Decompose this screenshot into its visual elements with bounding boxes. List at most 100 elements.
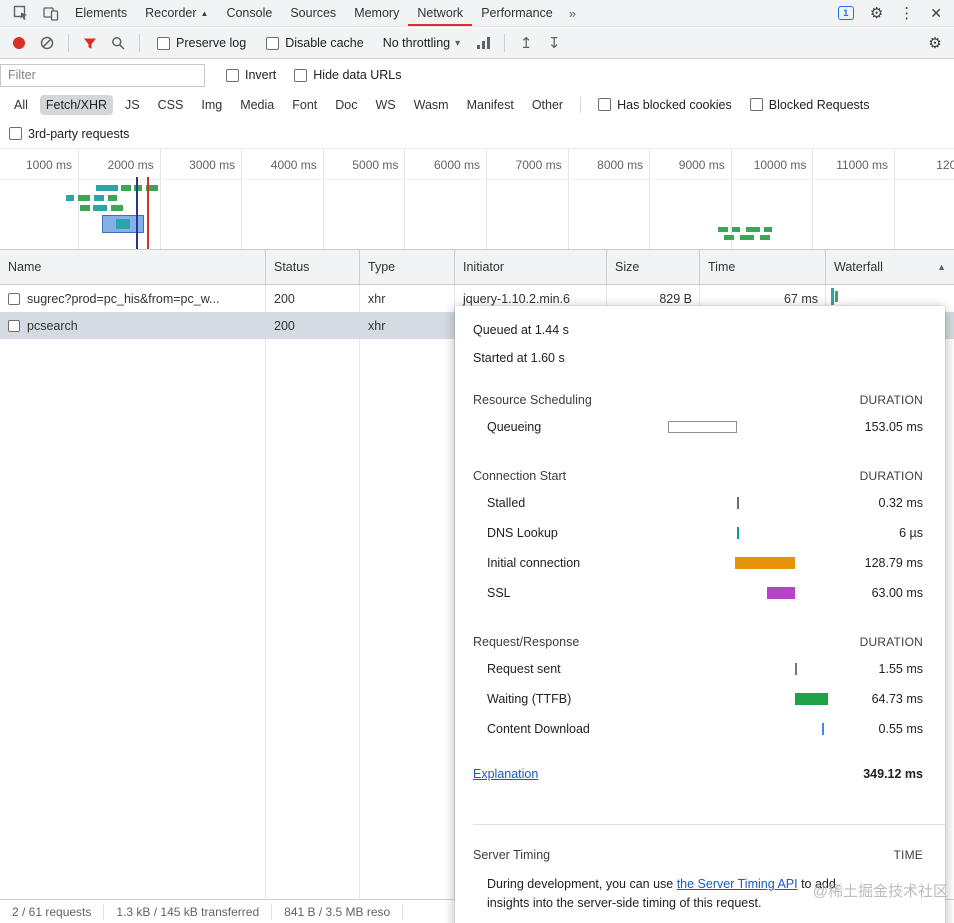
timeline-tick-label: 9000 ms [653, 158, 725, 172]
timeline-tick-label: 4000 ms [245, 158, 317, 172]
disable-cache-checkbox[interactable]: Disable cache [257, 36, 373, 50]
overview-activity-bar [764, 227, 772, 232]
type-filter-font[interactable]: Font [286, 95, 323, 115]
timeline-tick-label: 12000 [898, 158, 954, 172]
tab-performance[interactable]: Performance [472, 0, 562, 26]
overview-activity-bar [78, 195, 90, 201]
funnel-icon [83, 37, 97, 50]
third-party-requests-checkbox[interactable]: 3rd-party requests [0, 127, 138, 141]
record-button[interactable] [6, 30, 32, 56]
network-overview-timeline[interactable]: 1000 ms2000 ms3000 ms4000 ms5000 ms6000 … [0, 148, 954, 250]
timing-section-header: Resource SchedulingDURATION [473, 392, 923, 408]
explanation-row: Explanation 349.12 ms [473, 766, 923, 782]
import-har-button[interactable]: ↥ [513, 30, 539, 56]
hide-data-urls-checkbox[interactable]: Hide data URLs [285, 68, 410, 82]
close-icon[interactable]: ✕ [930, 6, 942, 20]
type-filter-media[interactable]: Media [234, 95, 280, 115]
request-name: pcsearch [27, 319, 78, 333]
type-filter-css[interactable]: CSS [152, 95, 190, 115]
type-filter-all[interactable]: All [8, 95, 34, 115]
toolbar-divider [139, 34, 140, 52]
timing-label: DNS Lookup [487, 525, 655, 541]
duration-column-header: DURATION [860, 634, 923, 650]
waterfall-bar [835, 291, 838, 302]
type-filter-wasm[interactable]: Wasm [408, 95, 455, 115]
search-button[interactable] [105, 30, 131, 56]
has-blocked-cookies-checkbox[interactable]: Has blocked cookies [589, 98, 741, 112]
export-har-button[interactable]: ↧ [541, 30, 567, 56]
timing-popup: Queued at 1.44 s Started at 1.60 s Resou… [455, 306, 945, 923]
timing-section-title: Request/Response [473, 634, 579, 650]
explanation-link[interactable]: Explanation [473, 766, 538, 782]
tab-network[interactable]: Network [408, 0, 472, 26]
inspect-icon[interactable] [6, 0, 36, 26]
overview-activity-bar [746, 227, 760, 232]
type-filter-other[interactable]: Other [526, 95, 569, 115]
hide-data-urls-label: Hide data URLs [313, 68, 401, 82]
column-header-waterfall[interactable]: Waterfall▲ [826, 250, 954, 284]
duration-column-header: DURATION [860, 468, 923, 484]
throttling-select[interactable]: No throttling ▾ [375, 36, 468, 50]
sort-ascending-icon: ▲ [937, 262, 946, 272]
filter-toggle-button[interactable] [77, 30, 103, 56]
blocked-requests-checkbox[interactable]: Blocked Requests [741, 98, 879, 112]
tab-memory[interactable]: Memory [345, 0, 408, 26]
column-header-name[interactable]: Name [0, 250, 266, 284]
overview-activity-bar [724, 235, 734, 240]
type-filter-js[interactable]: JS [119, 95, 146, 115]
queued-at-text: Queued at 1.44 s [473, 322, 927, 338]
filter-input[interactable] [0, 64, 205, 87]
request-checkbox[interactable] [8, 293, 20, 305]
overview-activity-bar [760, 235, 770, 240]
network-settings-gear-icon[interactable]: ⚙ [922, 30, 948, 56]
column-header-type[interactable]: Type [360, 250, 455, 284]
column-header-status[interactable]: Status [266, 250, 360, 284]
server-timing-api-link[interactable]: the Server Timing API [677, 877, 798, 891]
request-checkbox[interactable] [8, 320, 20, 332]
column-header-initiator[interactable]: Initiator [455, 250, 607, 284]
type-filter-fetch-xhr[interactable]: Fetch/XHR [40, 95, 113, 115]
tab-recorder[interactable]: Recorder▲ [136, 0, 217, 26]
request-name: sugrec?prod=pc_his&from=pc_w... [27, 292, 219, 306]
overview-activity-bar [111, 205, 123, 211]
kebab-menu-icon[interactable]: ⋮ [899, 6, 914, 21]
timing-row-stalled: Stalled0.32 ms [455, 488, 945, 518]
timing-label: SSL [487, 585, 655, 601]
record-icon [13, 37, 25, 49]
device-toolbar-icon[interactable] [36, 0, 66, 26]
clear-button[interactable] [34, 30, 60, 56]
messages-badge-icon[interactable]: 1 [838, 6, 854, 20]
timing-bar-area [655, 496, 835, 510]
type-filter-ws[interactable]: WS [369, 95, 401, 115]
total-duration-value: 349.12 ms [863, 766, 923, 782]
timing-value: 153.05 ms [835, 419, 923, 435]
type-filter-doc[interactable]: Doc [329, 95, 363, 115]
overview-activity-bar [136, 177, 138, 250]
timing-row-initial-connection: Initial connection128.79 ms [455, 548, 945, 578]
tab-elements[interactable]: Elements [66, 0, 136, 26]
type-filter-manifest[interactable]: Manifest [461, 95, 520, 115]
checkbox-box-icon [157, 37, 170, 50]
timeline-gridline [812, 149, 813, 249]
timeline-tick-label: 10000 ms [734, 158, 806, 172]
tab-sources[interactable]: Sources [281, 0, 345, 26]
timing-bar-area [655, 420, 835, 434]
clear-icon [40, 36, 54, 50]
status-requests: 2 / 61 requests [0, 904, 104, 920]
column-header-size[interactable]: Size [607, 250, 700, 284]
device-glyph [43, 5, 59, 21]
checkbox-box-icon [266, 37, 279, 50]
network-conditions-button[interactable] [470, 30, 496, 56]
type-filter-img[interactable]: Img [195, 95, 228, 115]
watermark: @稀土掘金技术社区 [813, 880, 948, 901]
request-name-cell: pcsearch [0, 312, 266, 339]
search-icon [111, 36, 125, 50]
more-tabs-icon[interactable]: » [562, 0, 583, 26]
invert-checkbox[interactable]: Invert [217, 68, 285, 82]
timeline-gridline [568, 149, 569, 249]
column-header-time[interactable]: Time [700, 250, 826, 284]
preserve-log-checkbox[interactable]: Preserve log [148, 36, 255, 50]
timeline-gridline [404, 149, 405, 249]
settings-gear-icon[interactable]: ⚙ [870, 6, 883, 21]
tab-console[interactable]: Console [217, 0, 281, 26]
